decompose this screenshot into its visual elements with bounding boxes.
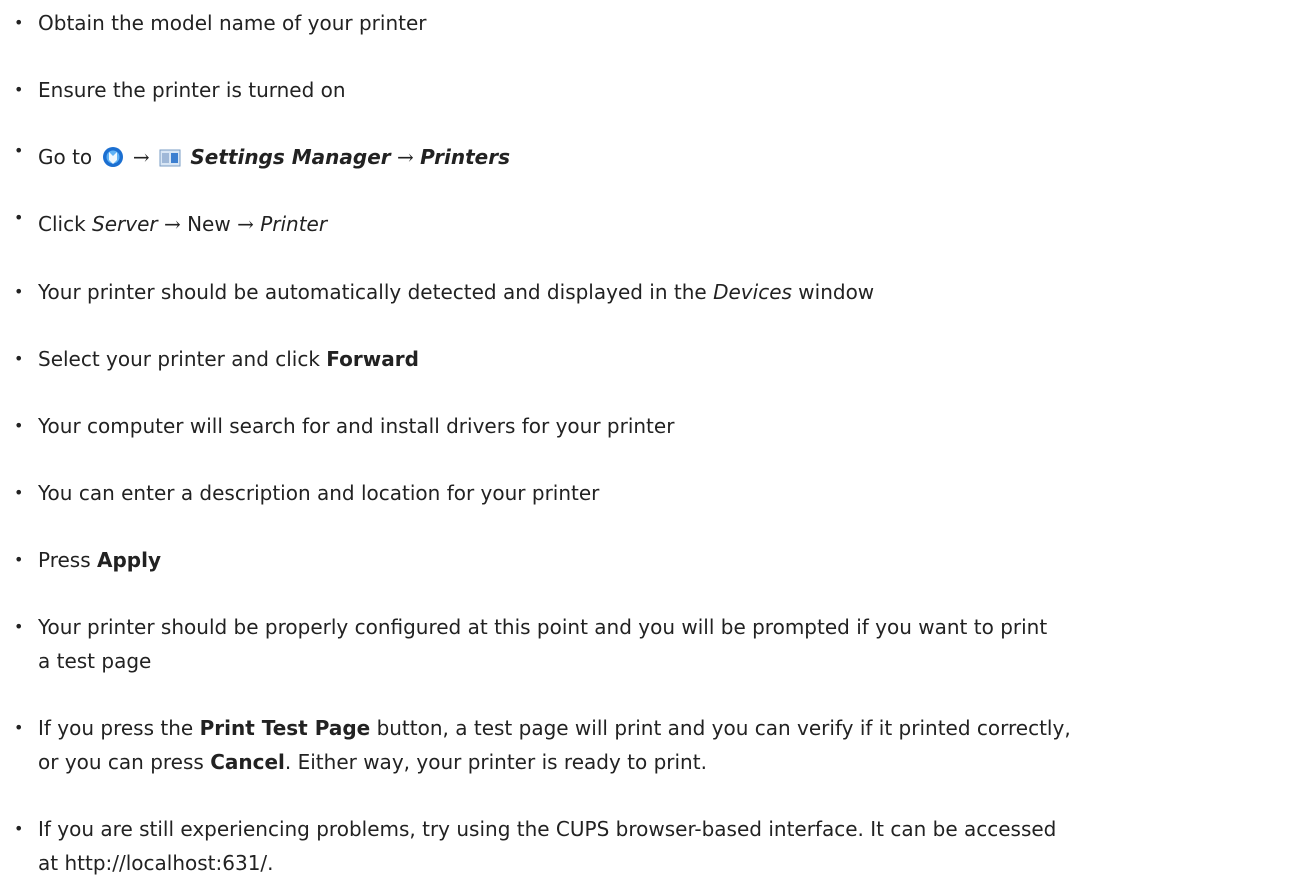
server-label: Server [92, 212, 158, 236]
step-text: You can enter a description and location… [38, 481, 600, 505]
settings-manager-icon [159, 144, 181, 178]
step-text: Click Server → New → Printer [38, 207, 1310, 241]
step-text-line: If you are still experiencing problems, … [38, 817, 1057, 841]
click-text: Click [38, 212, 86, 236]
step-text-line: at http://localhost:631/. [38, 851, 274, 875]
step-text-line: If you press the Print Test Page button,… [38, 711, 1310, 745]
bullet: • [14, 282, 24, 301]
step-text-line: or you can press Cancel. Either way, you… [38, 745, 1310, 779]
step-text-part: If you press the [38, 716, 194, 740]
bullet: • [14, 80, 24, 99]
step-text-part: Press [38, 548, 91, 572]
step-text: Obtain the model name of your printer [38, 11, 427, 35]
bullet: • [14, 483, 24, 502]
arrow: → [396, 145, 414, 169]
bullet: • [14, 617, 24, 636]
kde-menu-icon [102, 144, 124, 178]
printers-label: Printers [420, 145, 511, 169]
step-text: Select your printer and click Forward [38, 342, 1310, 376]
bullet: • [14, 416, 24, 435]
step-text-line: a test page [38, 649, 152, 673]
step-text: Your printer should be properly configur… [38, 610, 1310, 678]
settings-manager-label: Settings Manager [190, 145, 391, 169]
bullet: • [14, 141, 24, 160]
step-text: Go to → Settings Manager → Printers [38, 140, 1310, 178]
bullet: • [14, 819, 24, 838]
apply-label: Apply [97, 548, 162, 572]
arrow: → [237, 212, 254, 236]
step-text-part: or you can press [38, 750, 204, 774]
step-text: If you are still experiencing problems, … [38, 812, 1310, 880]
step-text: Your computer will search for and instal… [38, 414, 675, 438]
go-to-text: Go to [38, 145, 93, 169]
step-text-part: Select your printer and click [38, 347, 320, 371]
step-text: Ensure the printer is turned on [38, 78, 346, 102]
new-label: New [187, 212, 231, 236]
devices-label: Devices [713, 280, 792, 304]
bullet: • [14, 718, 24, 737]
step-text: If you press the Print Test Page button,… [38, 711, 1310, 779]
arrow: → [132, 145, 150, 169]
step-text-part: window [798, 280, 875, 304]
bullet: • [14, 349, 24, 368]
arrow: → [163, 212, 181, 236]
forward-label: Forward [326, 347, 419, 371]
step-text-part: Your printer should be automatically det… [38, 280, 707, 304]
bullet: • [14, 208, 24, 227]
print-test-page-label: Print Test Page [199, 716, 371, 740]
step-text-line: Your printer should be properly configur… [38, 615, 1048, 639]
cancel-label: Cancel [210, 750, 285, 774]
step-text-part: button, a test page will print and you c… [376, 716, 1071, 740]
step-text: Press Apply [38, 543, 1310, 577]
step-text-part: . Either way, your printer is ready to p… [284, 750, 707, 774]
bullet: • [14, 13, 24, 32]
step-text: Your printer should be automatically det… [38, 275, 1310, 309]
printer-label: Printer [260, 212, 328, 236]
bullet: • [14, 550, 24, 569]
